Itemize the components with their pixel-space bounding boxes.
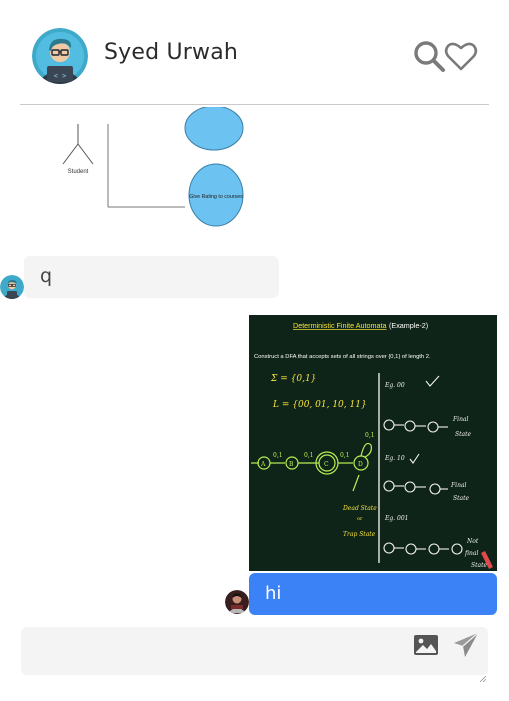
chat-screen: < > Syed Urwah Student Give Rating to co… — [0, 0, 509, 701]
svg-text:Final: Final — [452, 416, 469, 423]
dfa-question: Construct a DFA that accepts sets of all… — [254, 354, 431, 360]
svg-text:or: or — [357, 516, 363, 522]
heart-icon — [444, 42, 478, 71]
svg-text:< >: < > — [54, 72, 67, 80]
dfa-example-2: Eg. 10 — [384, 455, 405, 462]
dfa-trap-state-label: Trap State — [343, 531, 376, 538]
svg-text:0,1: 0,1 — [304, 452, 314, 459]
dfa-example-1: Eg. 00 — [384, 382, 405, 389]
svg-text:State: State — [471, 562, 488, 569]
dfa-sigma: Σ = {0,1} — [270, 374, 316, 384]
dfa-title: Deterministic Finite Automata — [293, 321, 386, 330]
contact-name: Syed Urwah — [104, 40, 239, 65]
svg-text:0,1: 0,1 — [365, 432, 375, 439]
resize-grip-icon — [479, 675, 487, 683]
resize-grip[interactable] — [479, 667, 487, 683]
incoming-message-bubble[interactable]: q — [24, 256, 279, 298]
dfa-language: L = {00, 01, 10, 11} — [272, 400, 367, 410]
search-icon — [414, 41, 445, 72]
outgoing-message-text: hi — [265, 583, 282, 604]
svg-text:A: A — [260, 461, 266, 468]
dfa-example-3: Eg. 001 — [384, 515, 409, 522]
favorite-button[interactable] — [443, 38, 479, 74]
send-icon — [454, 632, 479, 657]
svg-text:C: C — [324, 461, 329, 468]
svg-text:D: D — [358, 461, 363, 468]
header-divider — [20, 104, 489, 105]
sender-avatar — [0, 275, 24, 299]
outgoing-message-bubble[interactable]: hi — [249, 573, 497, 615]
image-icon — [414, 635, 438, 655]
svg-text:Not: Not — [466, 538, 479, 545]
usecase-label: Give Rating to courses — [189, 194, 243, 200]
search-button[interactable] — [411, 38, 447, 74]
svg-text:0,1: 0,1 — [340, 452, 350, 459]
send-button[interactable] — [452, 631, 480, 659]
attach-image-button[interactable] — [413, 632, 439, 658]
incoming-message-text: q — [40, 265, 53, 287]
coder-avatar-icon: < > — [32, 28, 88, 84]
svg-text:Final: Final — [450, 482, 467, 489]
message-image-dfa[interactable]: Deterministic Finite Automata (Example-2… — [249, 315, 497, 571]
svg-text:0,1: 0,1 — [273, 452, 283, 459]
user-photo-icon — [225, 590, 249, 614]
svg-text:State: State — [455, 431, 472, 438]
usecase-diagram-image: Student Give Rating to courses — [20, 106, 280, 242]
dfa-lecture-image: Deterministic Finite Automata (Example-2… — [249, 315, 497, 571]
dfa-dead-state-label: Dead State — [342, 505, 377, 512]
svg-text:State: State — [453, 495, 470, 502]
chat-header: < > Syed Urwah — [0, 0, 509, 105]
message-composer — [21, 627, 488, 683]
svg-text:final: final — [464, 550, 478, 557]
svg-text:B: B — [289, 461, 294, 468]
dfa-subtitle: (Example-2) — [389, 321, 428, 330]
coder-avatar-icon — [0, 275, 24, 299]
message-input[interactable] — [33, 635, 407, 671]
contact-avatar[interactable]: < > — [32, 28, 88, 84]
self-avatar — [225, 590, 249, 614]
actor-label: Student — [68, 169, 89, 175]
message-image-usecase[interactable]: Student Give Rating to courses — [20, 106, 280, 242]
